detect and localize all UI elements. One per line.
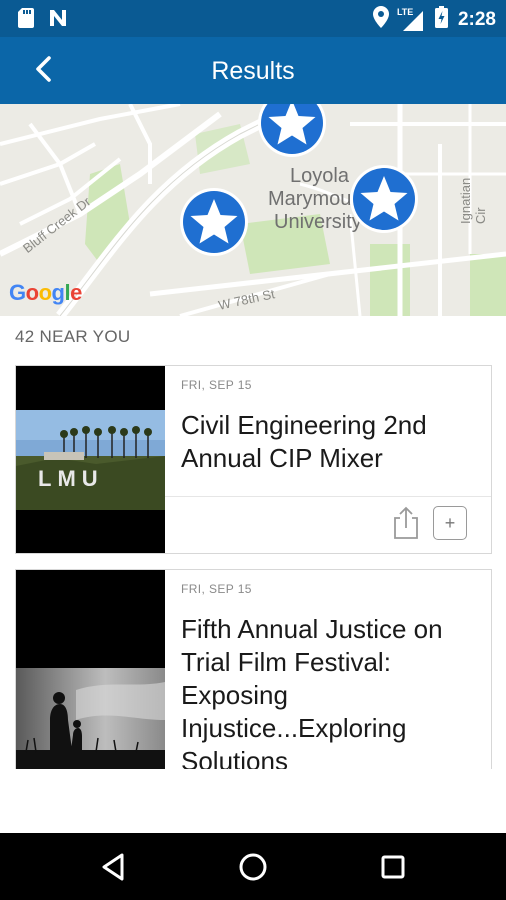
triangle-back-icon xyxy=(96,853,130,888)
event-date: FRI, SEP 15 xyxy=(181,378,252,392)
nav-home-button[interactable] xyxy=(236,850,270,884)
circle-home-icon xyxy=(236,853,270,888)
battery-charging-icon xyxy=(434,6,448,33)
status-time: 2:28 xyxy=(457,8,496,30)
street-label: Ignatian Cir xyxy=(458,177,488,224)
star-pin-icon[interactable] xyxy=(348,163,420,235)
lmu-sign-text: LMU xyxy=(38,466,104,491)
event-date: FRI, SEP 15 xyxy=(181,582,252,596)
system-navigation-bar xyxy=(0,833,506,900)
results-count-header: 42 NEAR YOU xyxy=(15,327,131,346)
event-card[interactable]: FRI, SEP 15 Fifth Annual Justice on Tria… xyxy=(15,569,492,769)
star-pin-icon[interactable] xyxy=(256,104,328,159)
sd-card-icon xyxy=(18,8,34,33)
event-title[interactable]: Fifth Annual Justice on Trial Film Festi… xyxy=(181,613,471,769)
signal-icon: LTE xyxy=(396,6,425,31)
page-title: Results xyxy=(211,57,295,85)
square-recents-icon xyxy=(376,855,410,888)
card-divider xyxy=(165,496,491,497)
status-bar: LTE 2:28 xyxy=(0,0,506,37)
event-title[interactable]: Civil Engineering 2nd Annual CIP Mixer xyxy=(181,409,471,475)
location-icon xyxy=(372,6,389,33)
app-bar: Results xyxy=(0,37,506,104)
lte-label: LTE xyxy=(396,6,414,17)
n-notification-icon xyxy=(48,8,68,33)
google-logo: Google xyxy=(9,280,82,305)
event-image: LMU xyxy=(16,366,165,553)
star-pin-icon[interactable] xyxy=(178,186,250,258)
share-icon xyxy=(391,506,421,544)
nav-recents-button[interactable] xyxy=(376,850,410,884)
add-to-calendar-button[interactable]: + xyxy=(433,506,467,540)
map-view[interactable]: Bluff Creek Dr W 78th St Ignatian Cir Lo… xyxy=(0,104,506,316)
event-image xyxy=(16,570,165,769)
share-button[interactable] xyxy=(391,506,421,540)
event-card[interactable]: LMU FRI, SEP 15 Civil Engineering 2nd An… xyxy=(15,365,492,554)
nav-back-button[interactable] xyxy=(96,850,130,884)
